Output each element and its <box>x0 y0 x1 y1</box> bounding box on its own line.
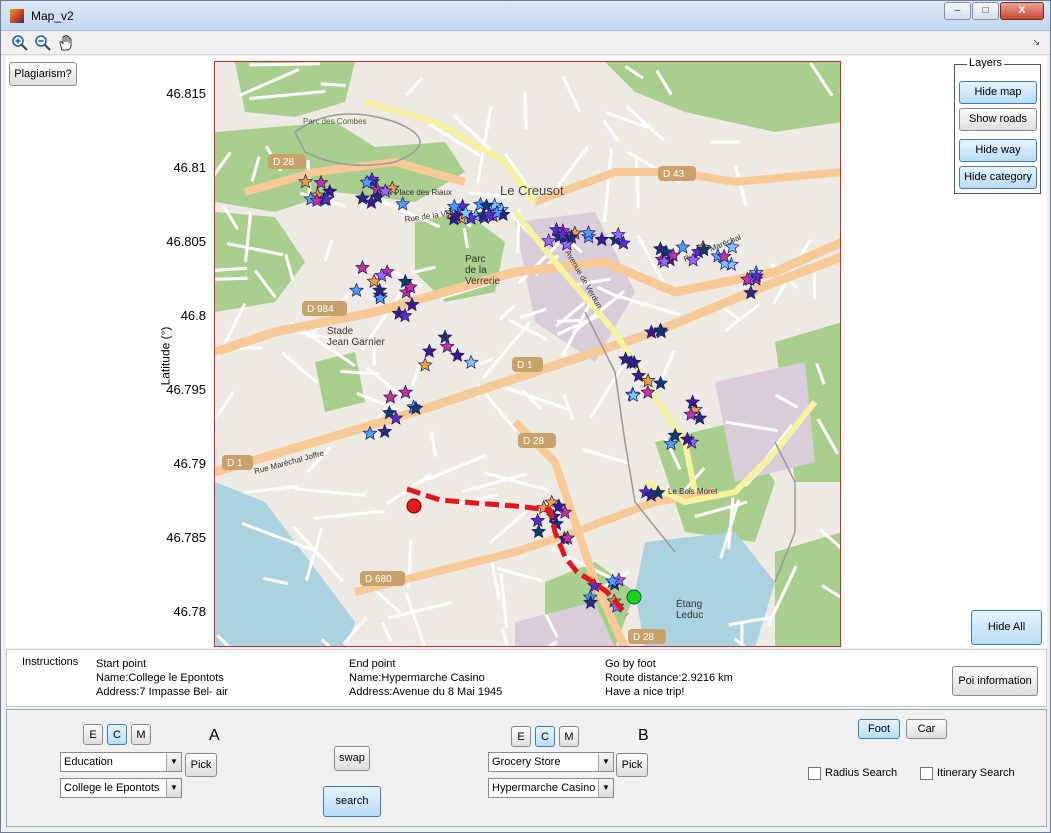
plagiarism-button[interactable]: Plagiarism? <box>9 62 77 86</box>
point-b-mode-c[interactable]: C <box>535 726 555 747</box>
end-name: Name:Hypermarche Casino <box>349 672 485 684</box>
figure-toolbar: ↘ <box>1 31 1050 55</box>
chevron-down-icon[interactable]: ▼ <box>598 753 613 771</box>
title-bar: Map_v2 – □ X <box>1 1 1050 31</box>
point-a-place-value: College le Epontots <box>64 782 160 794</box>
map-label: D 984 <box>307 304 334 315</box>
y-tick-label: 46.8 <box>180 308 206 323</box>
hide-all-button[interactable]: Hide All <box>971 610 1042 645</box>
search-button[interactable]: search <box>323 786 381 817</box>
dock-arrow-icon[interactable]: ↘ <box>1032 37 1040 48</box>
point-b-mode-m[interactable]: M <box>559 726 579 747</box>
minimize-button[interactable]: – <box>944 2 971 20</box>
app-window: Map_v2 – □ X ↘ Plagiarism? Latitude (°) … <box>0 0 1051 833</box>
swap-button[interactable]: swap <box>334 746 370 771</box>
instructions-panel: Instructions Start point Name:College le… <box>6 649 1047 707</box>
point-a-pick-button[interactable]: Pick <box>185 753 217 777</box>
y-axis-label: Latitude (°) <box>158 326 173 386</box>
route-distance: Route distance:2.9216 km <box>605 672 733 684</box>
point-b-place-select[interactable]: Hypermarche Casino ▼ <box>488 778 614 798</box>
matlab-icon <box>10 9 24 23</box>
foot-mode-button[interactable]: Foot <box>858 719 900 739</box>
map-label: Le Creusot <box>500 183 564 198</box>
map-label: Parc des Combes <box>303 117 367 126</box>
radius-search-checkbox[interactable] <box>808 767 821 780</box>
y-tick-label: 46.795 <box>166 382 206 397</box>
point-a-mode-m[interactable]: M <box>131 724 151 745</box>
point-b-letter: B <box>638 727 649 744</box>
map-label: D 28 <box>273 157 295 168</box>
street <box>306 160 311 197</box>
point-a-mode-e[interactable]: E <box>83 724 103 745</box>
street <box>249 62 320 67</box>
point-b-pick-button[interactable]: Pick <box>616 753 648 777</box>
y-tick-label: 46.81 <box>173 160 206 175</box>
layers-title: Layers <box>967 57 1005 69</box>
figure-area: Plagiarism? Latitude (°) 46.815 46.81 46.8… <box>6 56 1047 648</box>
hide-way-button[interactable]: Hide way <box>959 139 1037 162</box>
chevron-down-icon[interactable]: ▼ <box>166 753 181 771</box>
point-a-mode-c[interactable]: C <box>107 724 127 745</box>
street <box>215 276 248 281</box>
point-b-place-value: Hypermarche Casino <box>492 782 596 794</box>
layers-panel: Layers Hide map Show roads Hide way Hide… <box>954 57 1041 194</box>
y-tick-label: 46.785 <box>166 530 206 545</box>
map-canvas[interactable]: Parc des CombesParc de la VerrerieStade Jea… <box>215 62 841 647</box>
street <box>556 318 583 323</box>
start-marker[interactable] <box>406 498 422 514</box>
point-a-category-select[interactable]: Education ▼ <box>60 752 182 772</box>
map-label: D 28 <box>523 436 545 447</box>
window-title: Map_v2 <box>31 9 74 23</box>
close-button[interactable]: X <box>1000 2 1044 20</box>
y-tick-label: 46.805 <box>166 234 206 249</box>
travel-mode-text: Go by foot <box>605 658 656 670</box>
hide-category-button[interactable]: Hide category <box>959 166 1037 189</box>
map-axes[interactable]: Parc des Combes Parc de la Verrerie Stade Jea… <box>214 61 841 647</box>
map-label: D 680 <box>365 574 392 585</box>
y-tick-label: 46.815 <box>166 86 206 101</box>
car-mode-button[interactable]: Car <box>906 719 947 739</box>
itinerary-search-label: Itinerary Search <box>937 767 1015 779</box>
instructions-heading: Instructions <box>22 656 79 668</box>
zoom-out-icon[interactable] <box>34 34 52 52</box>
start-address: Address:7 Impasse Bel- air <box>96 686 229 698</box>
zoom-in-icon[interactable] <box>11 34 29 52</box>
itinerary-search-checkbox[interactable] <box>920 767 933 780</box>
y-tick-label: 46.78 <box>173 604 206 619</box>
y-tick-label: 46.79 <box>173 456 206 471</box>
chevron-down-icon[interactable]: ▼ <box>598 779 613 797</box>
maximize-button[interactable]: □ <box>972 2 999 20</box>
show-roads-button[interactable]: Show roads <box>959 108 1037 131</box>
point-b-category-value: Grocery Store <box>492 756 561 768</box>
street <box>523 92 528 130</box>
end-point-label: End point <box>349 658 396 670</box>
end-address: Address:Avenue du 8 Mai 1945 <box>349 686 503 698</box>
map-label: D 1 <box>517 360 533 371</box>
point-a-category-value: Education <box>64 756 113 768</box>
map-label: D 43 <box>663 169 685 180</box>
poi-information-button[interactable]: Poi information <box>952 666 1038 696</box>
chevron-down-icon[interactable]: ▼ <box>166 779 181 797</box>
hide-map-button[interactable]: Hide map <box>959 81 1037 104</box>
start-name: Name:College le Epontots <box>96 672 224 684</box>
point-b-mode-e[interactable]: E <box>511 726 531 747</box>
radius-search-label: Radius Search <box>825 767 898 779</box>
start-point-label: Start point <box>96 658 147 670</box>
map-label: Le Bois Moret <box>668 487 718 496</box>
street <box>320 82 346 88</box>
search-controls: E C M A Education ▼ College le Epontots … <box>6 709 1047 827</box>
point-a-place-select[interactable]: College le Epontots ▼ <box>60 778 182 798</box>
farewell-text: Have a nice trip! <box>605 686 685 698</box>
point-a-letter: A <box>209 727 220 744</box>
pan-icon[interactable] <box>57 34 75 52</box>
map-label: Étang Leduc <box>676 597 703 621</box>
map-label: D 28 <box>633 632 655 643</box>
map-label: D 1 <box>227 458 243 469</box>
end-marker[interactable] <box>626 589 642 605</box>
point-b-category-select[interactable]: Grocery Store ▼ <box>488 752 614 772</box>
window-controls: – □ X <box>943 2 1044 20</box>
